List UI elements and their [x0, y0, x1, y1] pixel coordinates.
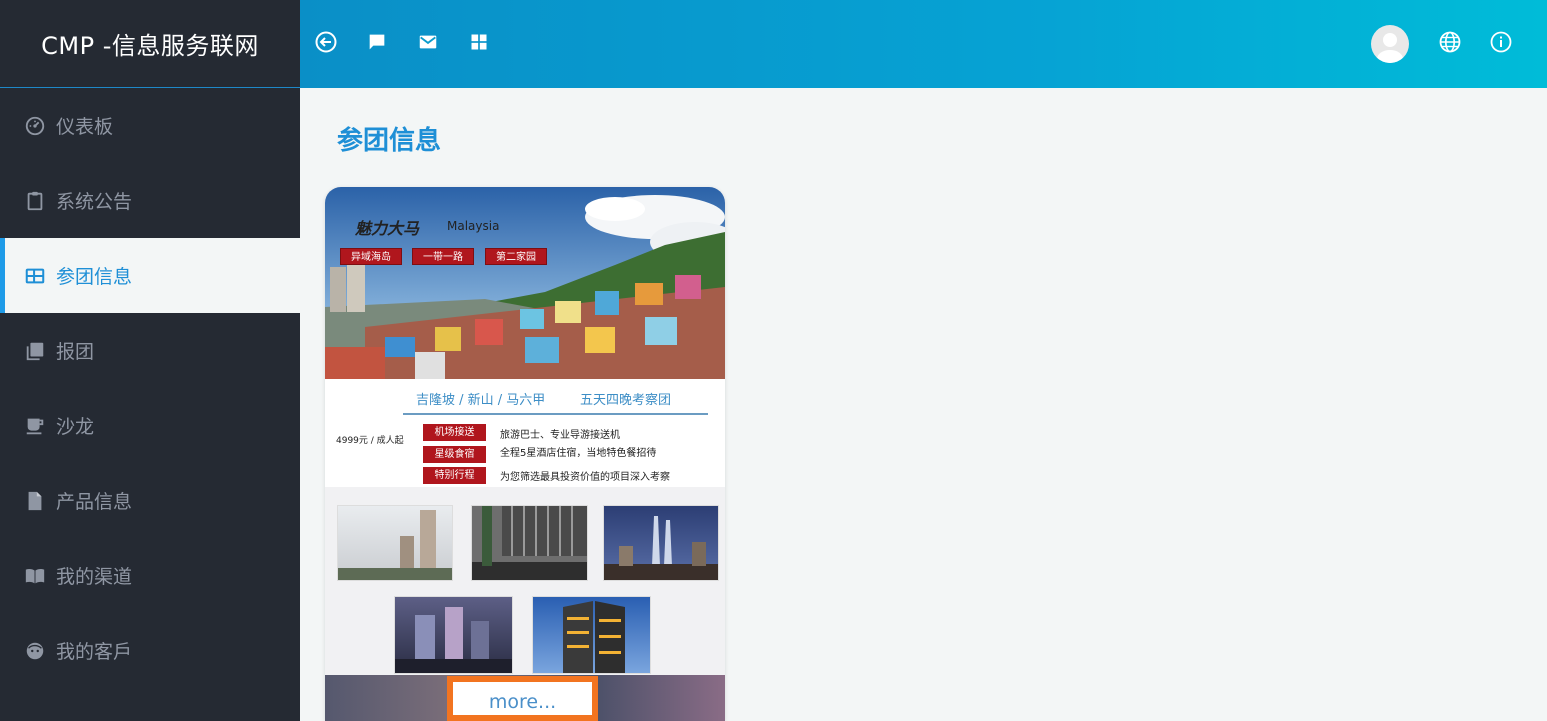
- info-icon[interactable]: [1489, 30, 1513, 54]
- sidebar-item-label: 我的客戶: [56, 641, 133, 663]
- sidebar-item-customers[interactable]: 我的客戶: [0, 613, 300, 688]
- sidebar-item-label: 沙龙: [56, 416, 95, 438]
- tour-name: 五天四晚考察团: [580, 393, 672, 408]
- sidebar-item-label: 产品信息: [56, 491, 133, 513]
- tower-photo: [532, 596, 651, 674]
- sidebar-item-announcements[interactable]: 系统公告: [0, 163, 300, 238]
- globe-icon[interactable]: [1438, 30, 1462, 54]
- twin-towers-photo: [603, 505, 719, 581]
- sidebar-item-label: 系统公告: [56, 191, 133, 213]
- book-icon: [24, 565, 46, 587]
- mail-icon[interactable]: [416, 30, 440, 54]
- hero-tag: 一带一路: [412, 248, 474, 265]
- more-label: more...: [488, 691, 557, 713]
- brand-title: CMP -信息服务联网: [0, 0, 300, 88]
- face-icon: [24, 640, 46, 662]
- price-text: 4999元 / 成人起: [336, 436, 404, 446]
- clipboard-icon: [24, 190, 46, 212]
- library-icon: [24, 340, 46, 362]
- sidebar-item-salon[interactable]: 沙龙: [0, 388, 300, 463]
- avatar[interactable]: [1371, 25, 1409, 63]
- more-button[interactable]: more...: [447, 676, 598, 721]
- building-photo: [337, 505, 453, 581]
- file-icon: [24, 490, 46, 512]
- back-icon[interactable]: [314, 30, 338, 54]
- sidebar-item-group-info[interactable]: 参团信息: [0, 238, 300, 313]
- coffee-icon: [24, 415, 46, 437]
- top-header: [300, 0, 1547, 88]
- sidebar: CMP -信息服务联网 仪表板 系统公告 参团信息 报团 沙龙 产品信息 我的渠…: [0, 0, 300, 721]
- hero-tag: 第二家园: [485, 248, 547, 265]
- table-icon: [24, 265, 46, 287]
- hero-subtitle: Malaysia: [447, 219, 500, 233]
- sidebar-nav: 仪表板 系统公告 参团信息 报团 沙龙 产品信息 我的渠道 我的客戶: [0, 88, 300, 688]
- hotel-photo: [471, 505, 588, 581]
- sidebar-item-label: 参团信息: [56, 266, 133, 288]
- sidebar-item-label: 仪表板: [56, 116, 114, 138]
- chat-icon[interactable]: [365, 30, 389, 54]
- feature-desc: 为您筛选最具投资价值的项目深入考察: [500, 472, 670, 483]
- sidebar-item-products[interactable]: 产品信息: [0, 463, 300, 538]
- feature-tag: 特别行程: [423, 467, 486, 484]
- feature-desc: 全程5星酒店住宿，当地特色餐招待: [500, 448, 657, 459]
- feature-tag: 星级食宿: [423, 446, 486, 463]
- apps-grid-icon[interactable]: [467, 30, 491, 54]
- city-night-photo: [394, 596, 513, 674]
- page-title: 参团信息: [337, 126, 442, 156]
- route-text: 吉隆坡 / 新山 / 马六甲: [416, 393, 546, 408]
- sidebar-item-signup[interactable]: 报团: [0, 313, 300, 388]
- feature-tag: 机场接送: [423, 424, 486, 441]
- hero-title: 魅力大马: [355, 219, 420, 238]
- hero-tag: 异域海岛: [340, 248, 402, 265]
- sidebar-item-dashboard[interactable]: 仪表板: [0, 88, 300, 163]
- hero-banner: 魅力大马 Malaysia 异域海岛 一带一路 第二家园: [325, 187, 725, 379]
- sidebar-item-channels[interactable]: 我的渠道: [0, 538, 300, 613]
- tour-card[interactable]: 魅力大马 Malaysia 异域海岛 一带一路 第二家园 吉隆坡 / 新山 / …: [325, 187, 725, 721]
- sidebar-item-label: 我的渠道: [56, 566, 133, 588]
- sidebar-item-label: 报团: [56, 341, 95, 363]
- feature-desc: 旅游巴士、专业导游接送机: [500, 430, 620, 441]
- dashboard-icon: [24, 115, 46, 137]
- divider: [403, 413, 708, 415]
